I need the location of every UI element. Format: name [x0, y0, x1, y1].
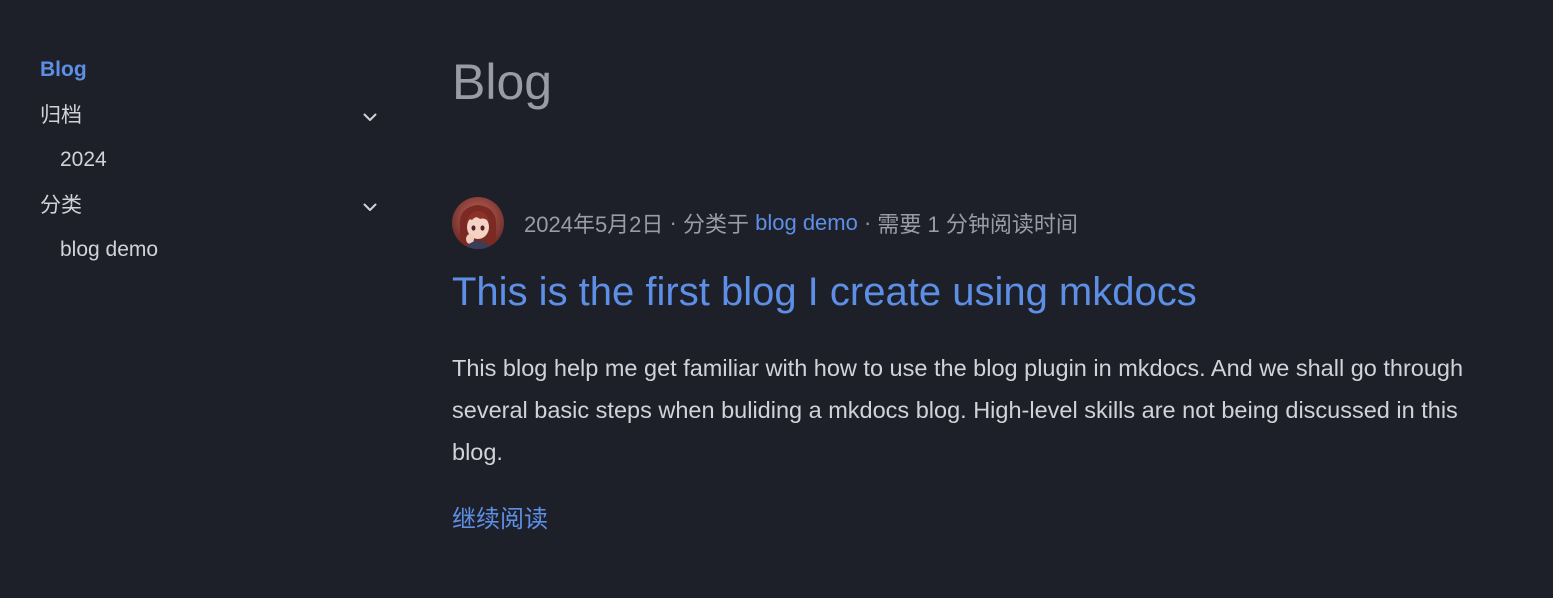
author-avatar[interactable]	[452, 197, 504, 249]
page-title: Blog	[452, 54, 553, 110]
post-title-link[interactable]: This is the first blog I create using mk…	[452, 266, 1197, 318]
sidebar-item-blog-label: Blog	[40, 58, 87, 81]
sidebar-item-archive-2024[interactable]: 2024	[40, 146, 385, 192]
sidebar-section-categories[interactable]: 分类	[40, 192, 385, 236]
sidebar-section-archive[interactable]: 归档	[40, 102, 385, 146]
post-excerpt: This blog help me get familiar with how …	[452, 355, 1464, 465]
chevron-down-icon[interactable]	[361, 198, 379, 216]
meta-separator: ·	[857, 210, 878, 235]
sidebar-item-blog[interactable]: Blog	[40, 56, 385, 102]
sidebar-nav: Blog 归档 2024 分类 blog demo	[40, 56, 385, 282]
sidebar-item-category-blog-demo[interactable]: blog demo	[40, 236, 385, 282]
read-more-link[interactable]: 继续阅读	[452, 502, 548, 538]
post-category-link[interactable]: blog demo	[755, 210, 858, 236]
sidebar-item-label: 2024	[60, 148, 107, 171]
sidebar-section-categories-label: 分类	[40, 194, 82, 217]
post-meta: 2024年5月2日 · 分类于 blog demo · 需要 1 分钟阅读时间	[452, 196, 1078, 250]
sidebar-item-label: blog demo	[60, 238, 159, 261]
category-prefix: 分类于	[682, 212, 756, 237]
chevron-down-icon[interactable]	[361, 108, 379, 126]
meta-separator: ·	[663, 210, 683, 235]
post-reading-time: 需要 1 分钟阅读时间	[877, 212, 1078, 237]
post-date: 2024年5月2日	[524, 212, 664, 237]
sidebar-section-archive-label: 归档	[40, 104, 82, 127]
